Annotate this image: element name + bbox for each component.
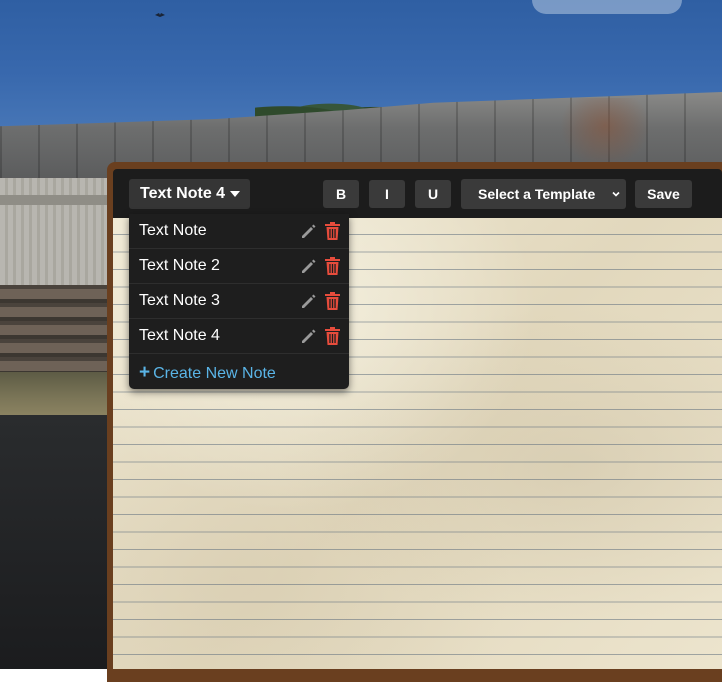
note-selector-button[interactable]: Text Note 4 [129, 179, 250, 209]
note-list-item[interactable]: Text Note [129, 214, 349, 249]
note-item-label: Text Note 4 [139, 327, 220, 344]
underline-button[interactable]: U [415, 180, 451, 208]
chevron-down-icon [612, 191, 620, 197]
italic-button[interactable]: I [369, 180, 405, 208]
roof-rust [560, 98, 650, 168]
pencil-icon[interactable] [300, 293, 317, 310]
pencil-icon[interactable] [300, 258, 317, 275]
ground [0, 415, 120, 669]
note-item-label: Text Note [139, 222, 207, 239]
notes-dropdown-menu: Text Note Text Note 2 Text Note 3 Text N… [129, 214, 349, 389]
trash-icon[interactable] [325, 327, 340, 345]
note-item-label: Text Note 2 [139, 257, 220, 274]
note-selector-label: Text Note 4 [140, 185, 226, 202]
bird [155, 13, 165, 17]
trash-icon[interactable] [325, 257, 340, 275]
pencil-icon[interactable] [300, 328, 317, 345]
note-list-item[interactable]: Text Note 4 [129, 319, 349, 354]
create-new-note-label: Create New Note [153, 365, 276, 382]
trash-icon[interactable] [325, 222, 340, 240]
note-item-label: Text Note 3 [139, 292, 220, 309]
caret-down-icon [230, 190, 241, 197]
note-list-item[interactable]: Text Note 2 [129, 249, 349, 284]
note-list-item[interactable]: Text Note 3 [129, 284, 349, 319]
wooden-fence [0, 285, 120, 375]
grass [0, 372, 120, 417]
template-select-label: Select a Template [478, 186, 596, 202]
pencil-icon[interactable] [300, 223, 317, 240]
save-button[interactable]: Save [635, 180, 692, 208]
trash-icon[interactable] [325, 292, 340, 310]
barn-band [0, 195, 120, 205]
template-select[interactable]: Select a Template [461, 179, 626, 209]
bold-button[interactable]: B [323, 180, 359, 208]
plus-icon: + [139, 362, 151, 383]
cloud [532, 0, 682, 14]
create-new-note-link[interactable]: + Create New Note [139, 362, 276, 384]
